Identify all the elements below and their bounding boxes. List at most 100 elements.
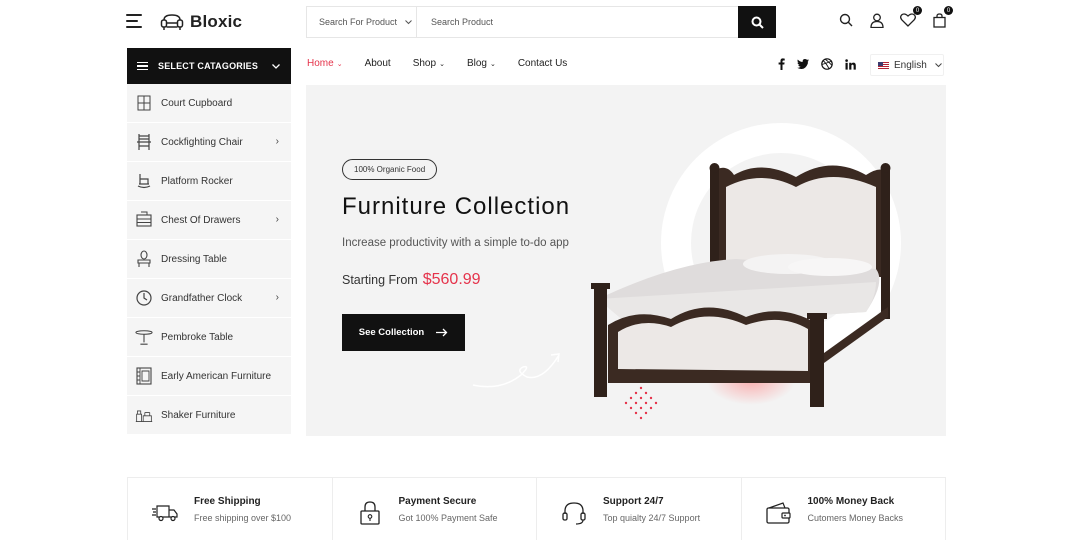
feature-title: 100% Money Back: [807, 496, 895, 507]
site-header: Bloxic Search For Product 0 0: [0, 0, 1081, 44]
category-label: Court Cupboard: [161, 97, 233, 109]
feature-title: Payment Secure: [398, 496, 477, 507]
feature-title: Free Shipping: [194, 496, 261, 507]
category-item-dressing-table[interactable]: Dressing Table: [127, 240, 291, 279]
menu-icon[interactable]: [126, 14, 142, 28]
chevron-right-icon: ›: [275, 136, 279, 147]
chevron-down-icon: [272, 63, 281, 69]
nav-contact[interactable]: Contact Us: [518, 58, 567, 69]
chevron-right-icon: ›: [275, 214, 279, 225]
category-label: Chest Of Drawers: [161, 214, 241, 226]
search-button[interactable]: [738, 6, 776, 38]
price-value: $560.99: [422, 271, 481, 288]
account-button[interactable]: [869, 12, 885, 28]
category-item-court-cupboard[interactable]: Court Cupboard: [127, 84, 291, 123]
category-label: Shaker Furniture: [161, 409, 236, 421]
brand-name: Bloxic: [190, 12, 243, 31]
feature-subtitle: Top quialty 24/7 Support: [603, 513, 701, 523]
feature-strip: Free Shipping Free shipping over $100 Pa…: [127, 477, 946, 540]
category-menu-toggle[interactable]: SELECT CATAGORIES: [127, 48, 291, 84]
category-label: Platform Rocker: [161, 175, 233, 187]
nav-label: Blog: [466, 58, 487, 69]
search-bar: Search For Product: [306, 6, 776, 38]
wishlist-count-badge: 0: [913, 6, 922, 15]
feature-title: Support 24/7: [603, 496, 664, 507]
nav-about[interactable]: About: [365, 58, 391, 69]
category-label: Pembroke Table: [161, 331, 234, 343]
arrow-right-icon: [436, 328, 448, 337]
feature-subtitle: Free shipping over $100: [194, 513, 292, 523]
category-label: Grandfather Clock: [161, 292, 243, 304]
truck-icon: [150, 498, 180, 528]
category-item-grandfather-clock[interactable]: Grandfather Clock ›: [127, 279, 291, 318]
nav-label: About: [364, 58, 391, 69]
cupboard-icon: [135, 94, 153, 112]
dribbble-icon[interactable]: [821, 58, 833, 70]
us-flag-icon: [878, 61, 889, 69]
user-icon: [870, 13, 884, 28]
logo[interactable]: Bloxic: [160, 9, 242, 35]
sofa-logo-icon: [160, 14, 184, 30]
nav-label: Home: [307, 58, 334, 69]
category-item-chest-of-drawers[interactable]: Chest Of Drawers ›: [127, 201, 291, 240]
language-label: English: [894, 59, 927, 71]
facebook-icon[interactable]: [778, 58, 785, 70]
nav-shop[interactable]: Shop ⌄: [413, 58, 445, 69]
nav-label: Shop: [412, 58, 437, 69]
cabinet-icon: [135, 367, 153, 385]
drawers-icon: [135, 211, 153, 229]
linkedin-icon[interactable]: [845, 58, 856, 70]
category-item-shaker-furniture[interactable]: Shaker Furniture: [127, 396, 291, 435]
nav-blog[interactable]: Blog ⌄: [467, 58, 496, 69]
wishlist-button[interactable]: 0: [900, 6, 922, 28]
language-select[interactable]: English: [870, 54, 944, 76]
category-menu-heading: SELECT CATAGORIES: [158, 61, 259, 71]
wallet-icon: [764, 498, 794, 528]
hero-banner: 100% Organic Food Furniture Collection I…: [306, 85, 946, 436]
category-item-cockfighting-chair[interactable]: Cockfighting Chair ›: [127, 123, 291, 162]
search-input[interactable]: [417, 7, 738, 37]
chevron-down-icon: ⌄: [439, 60, 445, 68]
list-icon: [137, 60, 148, 73]
decorative-dots: [624, 386, 658, 420]
social-links: [778, 58, 856, 70]
twitter-icon[interactable]: [797, 59, 809, 69]
category-label: Dressing Table: [161, 253, 227, 265]
feature-free-shipping: Free Shipping Free shipping over $100: [128, 478, 333, 540]
button-label: See Collection: [358, 327, 425, 338]
search-category-label: Search For Product: [319, 17, 398, 27]
clock-icon: [135, 289, 153, 307]
hero-subtitle: Increase productivity with a simple to-d…: [342, 237, 569, 249]
main-nav: Home ⌄ About Shop ⌄ Blog ⌄ Contact Us: [307, 58, 589, 69]
chevron-down-icon: [405, 19, 412, 24]
shopping-bag-icon: [932, 12, 946, 28]
see-collection-button[interactable]: See Collection: [342, 314, 465, 351]
hero-price: Starting From $560.99: [342, 271, 481, 289]
chevron-down-icon: [934, 62, 942, 67]
header-search-button[interactable]: [838, 12, 854, 28]
nav-label: Contact Us: [517, 58, 568, 69]
category-item-early-american-furniture[interactable]: Early American Furniture: [127, 357, 291, 396]
bed-image: [591, 163, 891, 407]
category-label: Cockfighting Chair: [161, 136, 243, 148]
hero-tag: 100% Organic Food: [342, 159, 438, 180]
cart-button[interactable]: 0: [931, 6, 953, 28]
category-label: Early American Furniture: [161, 370, 272, 382]
shaker-furniture-icon: [135, 406, 153, 424]
chevron-right-icon: ›: [275, 292, 279, 303]
search-icon: [751, 16, 764, 29]
search-category-select[interactable]: Search For Product: [307, 7, 417, 37]
feature-subtitle: Cutomers Money Backs: [807, 513, 904, 523]
category-item-platform-rocker[interactable]: Platform Rocker: [127, 162, 291, 201]
feature-payment-secure: Payment Secure Got 100% Payment Safe: [333, 478, 537, 540]
price-label: Starting From: [342, 273, 418, 287]
feature-subtitle: Got 100% Payment Safe: [398, 513, 498, 523]
decorative-arrow: [472, 353, 560, 388]
category-list: Court Cupboard Cockfighting Chair › Plat…: [127, 84, 291, 435]
hero-title: Furniture Collection: [342, 193, 571, 220]
nav-home[interactable]: Home ⌄: [307, 58, 343, 69]
search-icon: [839, 13, 853, 27]
header-actions: 0 0: [838, 6, 953, 28]
category-item-pembroke-table[interactable]: Pembroke Table: [127, 318, 291, 357]
feature-money-back: 100% Money Back Cutomers Money Backs: [742, 478, 946, 540]
